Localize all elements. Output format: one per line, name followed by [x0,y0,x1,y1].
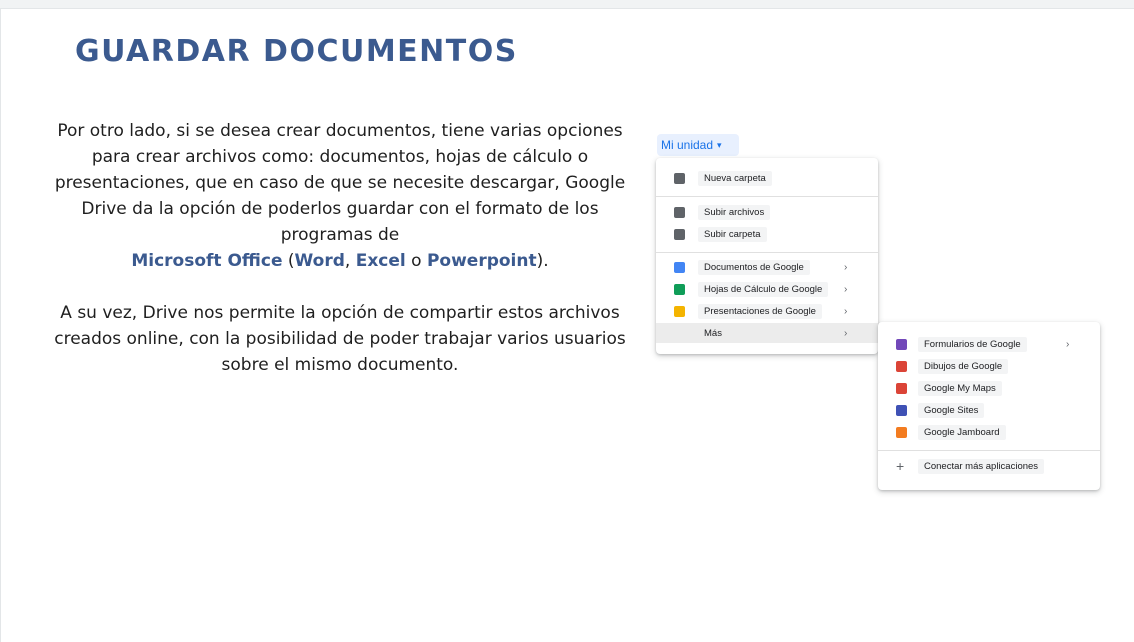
menu-divider [878,450,1100,451]
menu-item-slides[interactable]: Presentaciones de Google › [656,301,878,321]
caret-down-icon: ▾ [717,139,722,150]
menu-item-new-folder[interactable]: Nueva carpeta [656,168,878,188]
menu-item-label: Formularios de Google [918,336,1027,352]
submenu-item-forms[interactable]: Formularios de Google › [878,334,1100,354]
excel-text: Excel [355,251,406,271]
powerpoint-text: Powerpoint [426,251,537,271]
microsoft-office-text: Microsoft Office [131,251,283,271]
google-forms-icon [896,338,907,350]
chevron-right-icon: › [844,261,848,273]
menu-item-docs[interactable]: Documentos de Google › [656,257,878,277]
menu-divider [656,196,878,197]
menu-item-label: Hojas de Cálculo de Google [698,281,829,297]
slide-top-border [0,0,1134,9]
paren-close: ). [536,251,549,271]
mi-unidad-label: Mi unidad [661,138,714,152]
drive-new-menu: Nueva carpeta Subir archivos Subir carpe… [656,158,878,354]
slide-left-border [0,8,1,642]
mi-unidad-button[interactable]: Mi unidad ▾ [657,134,739,156]
menu-item-label: Conectar más aplicaciones [918,458,1045,474]
submenu-item-jamboard[interactable]: Google Jamboard [878,422,1100,442]
paragraph-2: A su vez, Drive nos permite la opción de… [54,303,626,375]
plus-icon: + [896,458,905,474]
google-docs-icon [674,261,685,273]
paragraph-1-text: Por otro lado, si se desea crear documen… [54,121,626,245]
chevron-right-icon: › [844,305,848,317]
slide-title: GUARDAR DOCUMENTOS [75,34,518,69]
google-jamboard-icon [896,426,907,438]
menu-item-upload-folder[interactable]: Subir carpeta [656,224,878,244]
menu-item-label: Google My Maps [918,380,1002,396]
google-slides-icon [674,305,685,317]
menu-item-label: Subir archivos [698,204,771,220]
menu-item-label: Google Jamboard [918,424,1006,440]
menu-item-label: Google Sites [918,402,985,418]
menu-item-upload-files[interactable]: Subir archivos [656,202,878,222]
chevron-right-icon: › [1066,338,1070,350]
menu-item-label: Documentos de Google [698,259,810,275]
google-sites-icon [896,404,907,416]
paragraph-1: Por otro lado, si se desea crear documen… [40,118,640,274]
chevron-right-icon: › [844,283,848,295]
submenu-item-sites[interactable]: Google Sites [878,400,1100,420]
menu-item-more[interactable]: Más › [656,323,878,343]
menu-item-label: Subir carpeta [698,226,767,242]
drive-more-submenu: Formularios de Google › Dibujos de Googl… [878,322,1100,490]
menu-item-label: Presentaciones de Google [698,303,822,319]
google-my-maps-icon [896,382,907,394]
word-text: Word [294,251,345,271]
paren-open: ( [287,251,295,271]
google-drawings-icon [896,360,907,372]
comma: , [344,251,351,271]
menu-item-label: Dibujos de Google [918,358,1009,374]
menu-divider [656,252,878,253]
chevron-right-icon: › [844,327,848,339]
folder-plus-icon [674,172,685,184]
slide-body: Por otro lado, si se desea crear documen… [40,118,640,378]
or-text: o [411,251,422,271]
folder-upload-icon [674,228,685,240]
submenu-item-drawings[interactable]: Dibujos de Google [878,356,1100,376]
menu-item-label: Nueva carpeta [698,170,772,186]
google-sheets-icon [674,283,685,295]
file-upload-icon [674,206,685,218]
submenu-item-mymaps[interactable]: Google My Maps [878,378,1100,398]
submenu-item-connect-apps[interactable]: + Conectar más aplicaciones [878,456,1100,476]
menu-item-label: Más [704,327,722,339]
menu-item-sheets[interactable]: Hojas de Cálculo de Google › [656,279,878,299]
